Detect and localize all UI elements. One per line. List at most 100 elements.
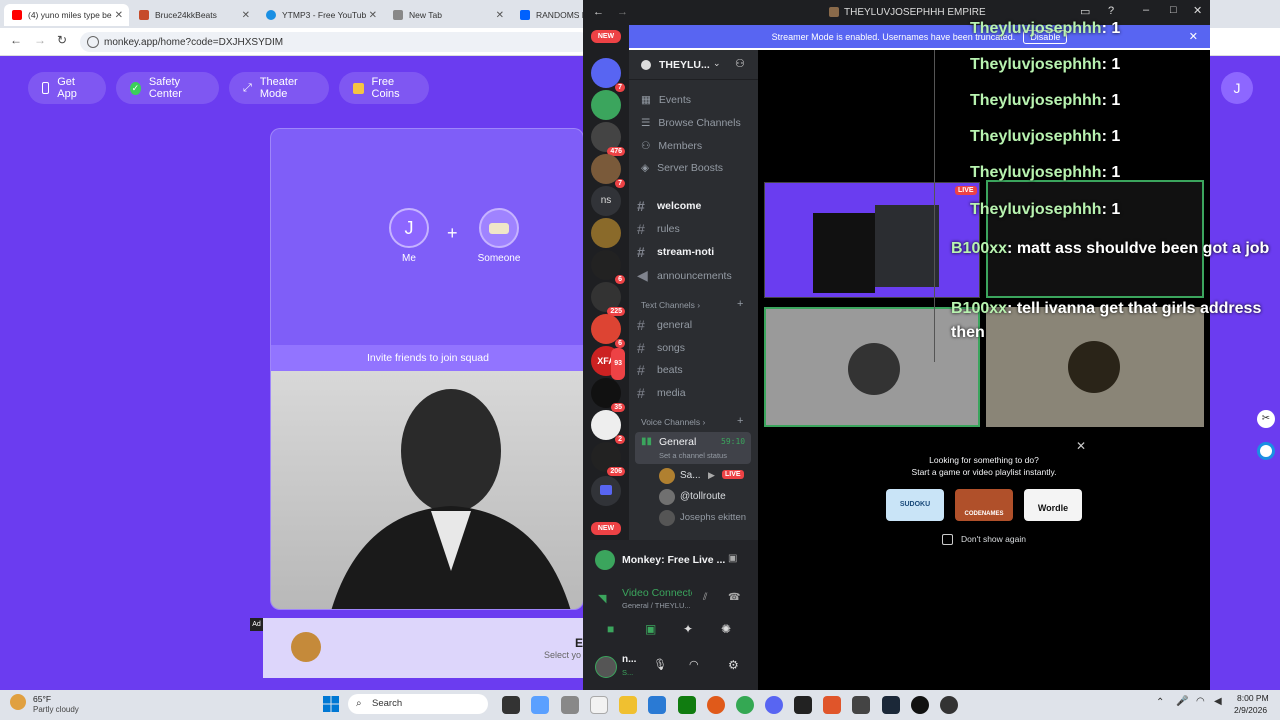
text-channels-header[interactable]: Text Channels › bbox=[641, 300, 700, 310]
disconnect-icon[interactable]: ☎ bbox=[728, 592, 740, 603]
microphone-icon[interactable]: 🎙 bbox=[653, 658, 667, 671]
dont-show-checkbox[interactable] bbox=[942, 534, 953, 545]
browser-tab[interactable]: RANDOMS FO bbox=[512, 4, 584, 26]
server-icon[interactable]: 206 bbox=[591, 442, 625, 476]
ad-banner[interactable]: E Select yo bbox=[263, 618, 585, 678]
chrome-icon[interactable] bbox=[736, 696, 754, 714]
invite-friends-bar[interactable]: Invite friends to join squad bbox=[271, 345, 583, 371]
app-icon[interactable] bbox=[911, 696, 929, 714]
server-icon[interactable]: ns bbox=[591, 186, 621, 216]
site-info-icon[interactable] bbox=[87, 36, 99, 48]
close-icon[interactable]: ✕ bbox=[1076, 439, 1086, 453]
close-icon[interactable]: ✕ bbox=[1193, 4, 1202, 17]
forward-icon[interactable]: → bbox=[34, 33, 46, 47]
app-icon[interactable] bbox=[852, 696, 870, 714]
free-coins-button[interactable]: Free Coins bbox=[339, 72, 429, 104]
avatar[interactable] bbox=[595, 656, 617, 678]
members-item[interactable]: ⚇ Members bbox=[641, 140, 702, 152]
profile-avatar[interactable]: J bbox=[1221, 72, 1253, 104]
codenames-game[interactable]: CODENAMES bbox=[955, 489, 1013, 521]
back-icon[interactable]: ← bbox=[10, 33, 22, 47]
chevron-up-icon[interactable]: ⌃ bbox=[1156, 697, 1164, 708]
maximize-icon[interactable]: □ bbox=[1170, 4, 1177, 16]
reload-icon[interactable]: ↻ bbox=[57, 33, 67, 47]
minimize-icon[interactable]: – bbox=[1143, 4, 1149, 16]
activities-icon[interactable]: ✦ bbox=[683, 622, 693, 636]
set-status-link[interactable]: Set a channel status bbox=[659, 451, 727, 460]
camera-icon[interactable]: ■ bbox=[607, 622, 614, 636]
server-icon[interactable] bbox=[591, 90, 621, 120]
channel-beats[interactable]: # beats bbox=[637, 362, 683, 378]
events-item[interactable]: ▦ Events bbox=[641, 94, 691, 106]
server-header[interactable]: THEYLU... ⌄ ⚇ bbox=[629, 50, 758, 80]
server-icon[interactable]: 476 bbox=[591, 122, 625, 156]
steam-icon[interactable] bbox=[882, 696, 900, 714]
browser-tab[interactable]: YTMP3 - Free YouTub ✕ bbox=[258, 4, 383, 26]
stream-tile[interactable]: LIVE bbox=[764, 182, 980, 298]
store-icon[interactable] bbox=[648, 696, 666, 714]
settings-gear-icon[interactable]: ⚙ bbox=[728, 658, 739, 672]
app-icon[interactable] bbox=[823, 696, 841, 714]
wordle-game[interactable]: Wordle bbox=[1024, 489, 1082, 521]
wifi-icon[interactable]: ◠ bbox=[1196, 696, 1205, 707]
channel-stream-noti[interactable]: # stream-noti bbox=[637, 244, 714, 260]
server-icon[interactable]: 6 bbox=[591, 314, 625, 348]
close-icon[interactable]: ✕ bbox=[1189, 30, 1198, 43]
voice-channels-header[interactable]: Voice Channels › bbox=[641, 417, 705, 427]
back-icon[interactable]: ← bbox=[593, 6, 604, 18]
server-icon[interactable]: XFA 93 bbox=[591, 346, 625, 380]
app-icon[interactable] bbox=[794, 696, 812, 714]
channel-rules[interactable]: # rules bbox=[637, 221, 680, 237]
firefox-icon[interactable] bbox=[707, 696, 725, 714]
windows-start-icon[interactable] bbox=[322, 695, 340, 713]
close-activity-icon[interactable]: ▣ bbox=[728, 553, 737, 564]
safety-center-button[interactable]: ✓ Safety Center bbox=[116, 72, 219, 104]
get-app-button[interactable]: Get App bbox=[28, 72, 106, 104]
volume-icon[interactable]: ◀ bbox=[1214, 696, 1222, 707]
close-tab-icon[interactable]: ✕ bbox=[369, 10, 377, 21]
noise-suppression-icon[interactable]: ⫽ bbox=[703, 592, 707, 603]
forward-icon[interactable]: → bbox=[617, 6, 628, 18]
task-view-icon[interactable] bbox=[502, 696, 520, 714]
server-icon[interactable]: 2 bbox=[591, 410, 625, 444]
browse-channels-item[interactable]: ☰ Browse Channels bbox=[641, 117, 741, 129]
discord-icon[interactable] bbox=[765, 696, 783, 714]
weather-icon[interactable] bbox=[10, 694, 26, 710]
server-icon[interactable] bbox=[591, 218, 621, 248]
file-explorer-icon[interactable] bbox=[619, 696, 637, 714]
inbox-icon[interactable]: ▭ bbox=[1080, 5, 1090, 18]
channel-general[interactable]: # general bbox=[637, 317, 692, 333]
server-icon[interactable]: 35 bbox=[591, 378, 625, 412]
browser-tab[interactable]: (4) yuno miles type be ✕ bbox=[4, 4, 129, 26]
voice-channel-general[interactable]: ▮▮ General 59:10 Set a channel status bbox=[635, 432, 751, 464]
channel-songs[interactable]: # songs bbox=[637, 340, 685, 356]
copilot-icon[interactable] bbox=[531, 696, 549, 714]
soundboard-icon[interactable]: ✺ bbox=[721, 622, 731, 636]
headphones-icon[interactable]: ◠ bbox=[689, 658, 699, 671]
folder-icon[interactable] bbox=[591, 476, 621, 506]
xbox-icon[interactable] bbox=[678, 696, 696, 714]
microphone-icon[interactable]: 🎤 bbox=[1176, 696, 1188, 707]
scissors-icon[interactable]: ✂ bbox=[1257, 410, 1275, 428]
browser-tab[interactable]: Bruce24kkBeats ✕ bbox=[131, 4, 256, 26]
notepad-icon[interactable] bbox=[590, 696, 608, 714]
theater-mode-button[interactable]: ⤢ Theater Mode bbox=[229, 72, 329, 104]
add-channel-icon[interactable]: + bbox=[737, 415, 743, 427]
channel-welcome[interactable]: # welcome bbox=[637, 198, 701, 214]
close-tab-icon[interactable]: ✕ bbox=[242, 10, 250, 21]
user-tile[interactable] bbox=[764, 307, 980, 427]
screen-share-icon[interactable]: ▣ bbox=[645, 622, 656, 636]
close-tab-icon[interactable]: ✕ bbox=[496, 10, 504, 21]
app-icon[interactable] bbox=[940, 696, 958, 714]
add-channel-icon[interactable]: + bbox=[737, 298, 743, 310]
server-icon[interactable]: 7 bbox=[591, 58, 625, 92]
app-icon[interactable] bbox=[561, 696, 579, 714]
add-user-icon[interactable]: ⚇ bbox=[735, 57, 745, 70]
server-icon[interactable]: 225 bbox=[591, 282, 625, 316]
close-tab-icon[interactable]: ✕ bbox=[115, 10, 123, 21]
server-boosts-item[interactable]: ◈ Server Boosts bbox=[641, 162, 723, 174]
sudoku-game[interactable]: SUDOKU bbox=[886, 489, 944, 521]
someone-avatar[interactable] bbox=[479, 208, 519, 248]
server-icon[interactable]: 6 bbox=[591, 250, 625, 284]
channel-announcements[interactable]: ◀ announcements bbox=[637, 267, 732, 284]
